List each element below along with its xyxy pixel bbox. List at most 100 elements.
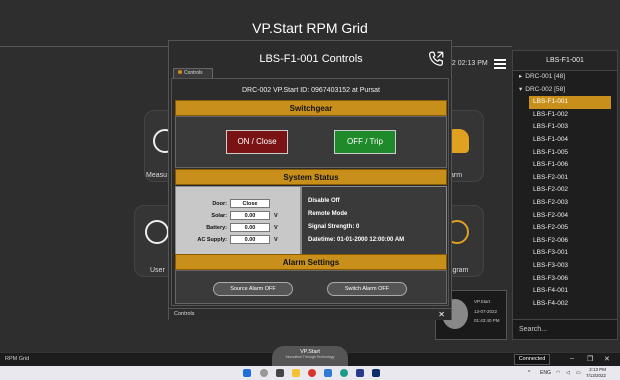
tab-indicator-icon: [178, 70, 182, 74]
solar-value: 0.00: [230, 211, 270, 220]
phone-call-icon[interactable]: [427, 50, 445, 68]
tray-language[interactable]: ENG: [540, 370, 551, 376]
tree-item[interactable]: LBS-F3-003: [513, 260, 617, 273]
battery-unit: V: [274, 225, 278, 231]
dialog-title: LBS-F1-001 Controls: [259, 53, 363, 65]
tile-user-label: User: [150, 267, 165, 274]
tree-item[interactable]: LBS-F3-006: [513, 273, 617, 286]
task-view-icon[interactable]: [276, 369, 284, 377]
window-close-icon[interactable]: ✕: [604, 355, 610, 363]
tree-item[interactable]: LBS-F2-002: [513, 184, 617, 197]
logo-tagline: Innovation Through Technology: [285, 355, 335, 359]
status-row: Door: Close: [176, 199, 302, 209]
chevron-down-icon: ▾: [519, 85, 523, 93]
edge-icon[interactable]: [340, 369, 348, 377]
off-trip-button[interactable]: OFF / Trip: [334, 130, 396, 154]
chevron-right-icon: ▸: [519, 73, 523, 80]
disable-status: Disable Off: [308, 198, 340, 204]
tree-item[interactable]: LBS-F4-001: [513, 285, 617, 298]
tree-item[interactable]: LBS-F1-001: [529, 96, 611, 109]
mode-status: Remote Mode: [308, 211, 348, 217]
close-icon[interactable]: ✕: [438, 309, 445, 320]
tile-measurement-label: Measu: [146, 172, 168, 179]
tree-search-input[interactable]: Search...: [513, 319, 617, 339]
switchgear-body: [175, 116, 447, 168]
taskbar-date: 7/13/2022: [586, 372, 607, 378]
solar-label: Solar:: [211, 213, 227, 219]
app-title: VP.Start RPM Grid: [252, 20, 368, 36]
ac-supply-value: 0.00: [230, 235, 270, 244]
search-icon[interactable]: [260, 369, 268, 377]
switch-alarm-button[interactable]: Switch Alarm OFF: [327, 282, 407, 296]
taskbar-clock[interactable]: 2:13 PM 7/13/2022: [586, 367, 606, 378]
header-clock: 22 02:13 PM: [448, 60, 488, 67]
switchgear-header: Switchgear: [175, 100, 447, 116]
footer-label: Controls: [174, 311, 195, 317]
restore-icon[interactable]: ❐: [587, 355, 593, 363]
tree-header: LBS-F1-001: [513, 51, 617, 71]
logo-title: VP.Start: [300, 349, 320, 355]
controls-dialog: LBS-F1-001 Controls Controls DRC-002 VP.…: [168, 40, 452, 320]
ac-supply-label: AC Supply:: [197, 237, 227, 243]
store-icon[interactable]: [324, 369, 332, 377]
windows-taskbar: ^ ENG ◠ ◁ ▭ 2:13 PM 7/13/2022: [0, 366, 620, 380]
status-row: AC Supply: 0.00 V: [176, 235, 302, 245]
thumbnail-time: 01:43:40 PM: [474, 318, 500, 323]
device-info: DRC-002 VP.Start ID: 0967403152 at Pursa…: [241, 87, 380, 94]
signal-strength: Signal Strength: 0: [308, 224, 360, 230]
status-app-name: RPM Grid: [5, 356, 30, 362]
source-alarm-button[interactable]: Source Alarm OFF: [213, 282, 293, 296]
battery-value: 0.00: [230, 223, 270, 232]
system-status-header: System Status: [175, 169, 447, 185]
tree-item[interactable]: LBS-F3-001: [513, 247, 617, 260]
alarm-settings-header: Alarm Settings: [175, 254, 447, 270]
tree-list: ▸ DRC-001 [48] ▾ DRC-002 [58] LBS-F1-001 LBS-…: [513, 71, 617, 310]
tree-item[interactable]: LBS-F1-003: [513, 121, 617, 134]
status-lines-panel: Disable Off Remote Mode Signal Strength:…: [301, 186, 447, 258]
taskbar-time: 2:13 PM: [589, 367, 607, 372]
datetime-status: Datetime: 01-01-2000 12:00:00 AM: [308, 237, 405, 243]
tree-item[interactable]: LBS-F4-002: [513, 298, 617, 311]
tree-item[interactable]: LBS-F1-005: [513, 147, 617, 160]
on-close-button[interactable]: ON / Close: [226, 130, 288, 154]
menu-icon[interactable]: [494, 59, 506, 69]
tab-controls[interactable]: Controls: [173, 68, 213, 78]
tab-controls-label: Controls: [184, 70, 203, 76]
volume-icon[interactable]: ◁: [566, 370, 570, 376]
chrome-icon[interactable]: [308, 369, 316, 377]
status-row: Battery: 0.00 V: [176, 223, 302, 233]
battery-label: Battery:: [206, 225, 227, 231]
thumbnail-date: 13-07-2022: [474, 309, 498, 314]
status-fields-panel: Door: Close Solar: 0.00 V Battery: 0.00 …: [175, 186, 301, 258]
user-icon: [145, 220, 169, 244]
tree-group[interactable]: ▸ DRC-001 [48]: [513, 71, 617, 84]
teams-icon[interactable]: [356, 369, 364, 377]
tree-item[interactable]: LBS-F1-002: [513, 109, 617, 122]
solar-unit: V: [274, 213, 278, 219]
brand-logo: VP.Start Innovation Through Technology: [272, 346, 348, 368]
wifi-icon[interactable]: ◠: [556, 370, 560, 376]
battery-icon[interactable]: ▭: [576, 370, 581, 376]
thumbnail-name: VP.Start: [474, 299, 491, 304]
door-value: Close: [230, 199, 270, 208]
file-explorer-icon[interactable]: [292, 369, 300, 377]
status-row: Solar: 0.00 V: [176, 211, 302, 221]
tree-item[interactable]: LBS-F2-003: [513, 197, 617, 210]
device-tree-panel: LBS-F1-001 ▸ DRC-001 [48] ▾ DRC-002 [58] LBS…: [512, 50, 618, 340]
tree-item[interactable]: LBS-F2-001: [513, 172, 617, 185]
tree-group-label: DRC-002 [58]: [525, 85, 566, 93]
tree-item[interactable]: LBS-F1-006: [513, 159, 617, 172]
connection-badge: Connected: [514, 354, 550, 365]
tray-chevron-icon[interactable]: ^: [528, 370, 530, 376]
ac-supply-unit: V: [274, 237, 278, 243]
tree-group[interactable]: ▾ DRC-002 [58]: [513, 84, 617, 97]
dialog-footer: Controls ✕: [169, 308, 451, 320]
windows-start-icon[interactable]: [243, 369, 251, 377]
tree-item[interactable]: LBS-F2-005: [513, 222, 617, 235]
tree-item[interactable]: LBS-F1-004: [513, 134, 617, 147]
tree-group-label: DRC-001 [48]: [525, 73, 566, 80]
minimize-icon[interactable]: –: [570, 355, 574, 362]
tree-item[interactable]: LBS-F2-006: [513, 235, 617, 248]
tree-item[interactable]: LBS-F2-004: [513, 210, 617, 223]
photoshop-icon[interactable]: [372, 369, 380, 377]
